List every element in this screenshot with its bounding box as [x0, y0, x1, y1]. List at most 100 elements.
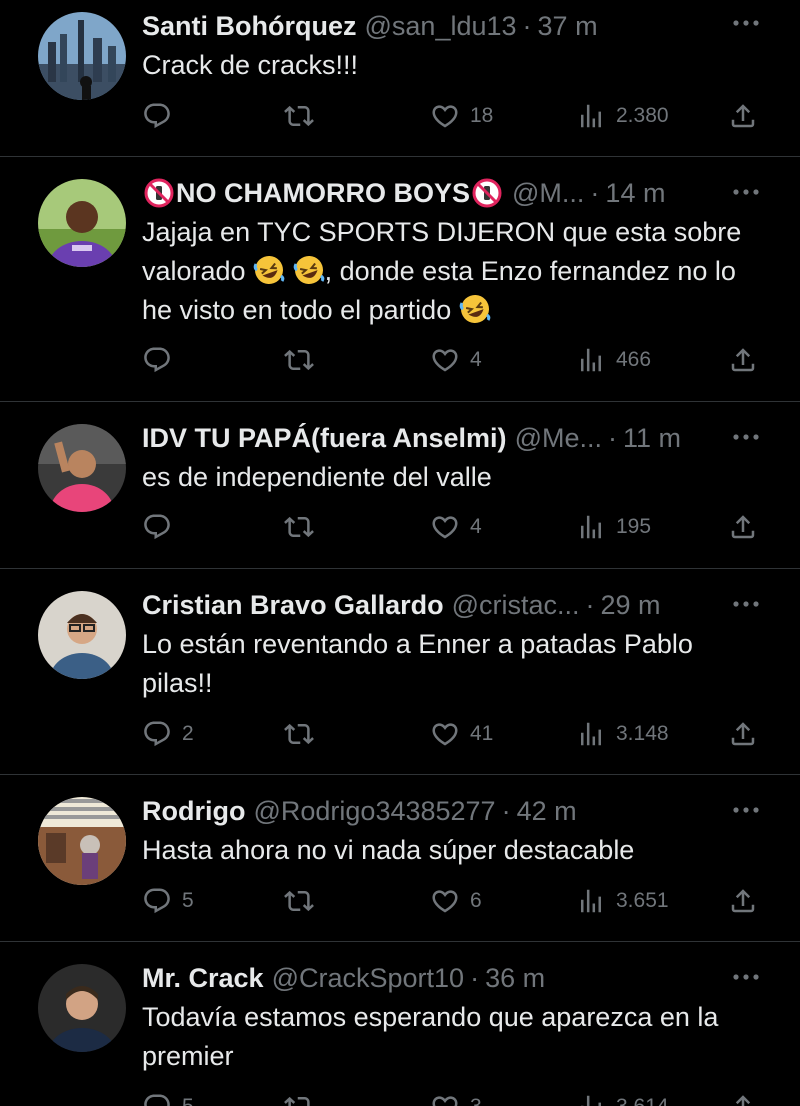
retweet-button[interactable] [284, 340, 314, 380]
more-icon[interactable] [732, 16, 760, 30]
retweet-button[interactable] [284, 881, 314, 921]
reply-button[interactable] [142, 96, 182, 136]
more-icon[interactable] [732, 185, 760, 199]
tweet-text-part: Todavía estamos esperando que aparezca e… [142, 1002, 719, 1071]
author-handle[interactable]: @Rodrigo34385277 [253, 796, 495, 827]
author-handle[interactable]: @CrackSport10 [272, 963, 464, 994]
avatar[interactable] [38, 797, 126, 885]
reply-icon [142, 101, 172, 131]
heart-icon [430, 345, 460, 375]
timestamp[interactable]: 11 m [623, 423, 681, 454]
share-button[interactable] [728, 340, 758, 380]
heart-icon [430, 101, 460, 131]
retweet-button[interactable] [284, 96, 314, 136]
tweet[interactable]: NO CHAMORRO BOYS @M... · 14 m Jajaja en … [0, 157, 800, 402]
reply-button[interactable]: 2 [142, 714, 194, 754]
share-button[interactable] [728, 881, 758, 921]
views-button[interactable]: 3.651 [576, 881, 669, 921]
avatar[interactable] [38, 424, 126, 512]
author-handle[interactable]: @Me... [515, 423, 602, 454]
views-icon [576, 1092, 606, 1106]
timestamp[interactable]: 36 m [485, 963, 545, 994]
retweet-icon [284, 345, 314, 375]
views-button[interactable]: 3.148 [576, 714, 669, 754]
view-count: 195 [616, 515, 652, 538]
share-icon [728, 101, 758, 131]
share-button[interactable] [728, 96, 758, 136]
avatar[interactable] [38, 964, 126, 1052]
reply-icon [142, 512, 172, 542]
more-icon[interactable] [732, 430, 760, 444]
separator-dot: · [470, 962, 480, 993]
reply-button[interactable] [142, 340, 182, 380]
avatar[interactable] [38, 591, 126, 679]
reply-count: 2 [182, 722, 194, 745]
tweet[interactable]: IDV TU PAPÁ(fuera Anselmi) @Me... · 11 m… [0, 402, 800, 569]
reply-button[interactable]: 5 [142, 1087, 194, 1106]
share-button[interactable] [728, 507, 758, 547]
avatar[interactable] [38, 179, 126, 267]
tweet-text: Lo están reventando a Enner a patadas Pa… [142, 625, 752, 703]
views-button[interactable]: 195 [576, 507, 651, 547]
rolling-laughing-emoji-icon [253, 254, 285, 286]
author-name[interactable]: Mr. Crack [142, 963, 264, 994]
tweet[interactable]: Cristian Bravo Gallardo @cristac... · 29… [0, 569, 800, 775]
retweet-button[interactable] [284, 507, 314, 547]
like-button[interactable]: 6 [430, 881, 482, 921]
timestamp[interactable]: 29 m [601, 590, 661, 621]
views-button[interactable]: 466 [576, 340, 651, 380]
separator-dot: · [607, 422, 617, 453]
share-button[interactable] [728, 714, 758, 754]
views-button[interactable]: 3.614 [576, 1087, 669, 1106]
like-button[interactable]: 4 [430, 507, 482, 547]
heart-icon [430, 1092, 460, 1106]
retweet-icon [284, 512, 314, 542]
tweet-text: Crack de cracks!!! [142, 46, 762, 85]
views-icon [576, 512, 606, 542]
avatar[interactable] [38, 12, 126, 100]
like-count: 41 [470, 722, 494, 745]
view-count: 466 [616, 348, 652, 371]
retweet-button[interactable] [284, 1087, 314, 1106]
like-button[interactable]: 3 [430, 1087, 482, 1106]
tweet[interactable]: Mr. Crack @CrackSport10 · 36 m Todavía e… [0, 942, 800, 1106]
view-count: 2.380 [616, 104, 669, 127]
author-name[interactable]: Santi Bohórquez [142, 11, 357, 42]
more-icon[interactable] [732, 597, 760, 611]
views-button[interactable]: 2.380 [576, 96, 669, 136]
separator-dot: · [590, 177, 600, 208]
author-handle[interactable]: @M... [512, 178, 584, 209]
more-icon[interactable] [732, 970, 760, 984]
reply-button[interactable]: 5 [142, 881, 194, 921]
timestamp[interactable]: 37 m [538, 11, 598, 42]
rolling-laughing-emoji-icon [459, 293, 491, 325]
timestamp[interactable]: 42 m [517, 796, 577, 827]
tweet[interactable]: Rodrigo @Rodrigo34385277 · 42 m Hasta ah… [0, 775, 800, 942]
reply-button[interactable] [142, 507, 182, 547]
retweet-icon [284, 719, 314, 749]
tweet-text: Jajaja en TYC SPORTS DIJERON que esta so… [142, 213, 762, 330]
timestamp[interactable]: 14 m [605, 178, 665, 209]
like-button[interactable]: 41 [430, 714, 493, 754]
like-button[interactable]: 18 [430, 96, 493, 136]
like-button[interactable]: 4 [430, 340, 482, 380]
author-name[interactable]: NO CHAMORRO BOYS [176, 178, 470, 209]
view-count: 3.148 [616, 722, 669, 745]
like-count: 6 [470, 889, 482, 912]
heart-icon [430, 886, 460, 916]
tweet[interactable]: Santi Bohórquez @san_ldu13 · 37 m Crack … [0, 0, 800, 157]
reply-icon [142, 886, 172, 916]
share-button[interactable] [728, 1087, 758, 1106]
author-name[interactable]: Cristian Bravo Gallardo [142, 590, 444, 621]
no-mobile-phones-icon [472, 178, 502, 208]
retweet-button[interactable] [284, 714, 314, 754]
author-name[interactable]: Rodrigo [142, 796, 245, 827]
retweet-icon [284, 1092, 314, 1106]
author-handle[interactable]: @san_ldu13 [365, 11, 517, 42]
separator-dot: · [501, 795, 511, 826]
author-name[interactable]: IDV TU PAPÁ(fuera Anselmi) [142, 423, 507, 454]
author-handle[interactable]: @cristac... [452, 590, 580, 621]
more-icon[interactable] [732, 803, 760, 817]
share-icon [728, 886, 758, 916]
like-count: 4 [470, 348, 482, 371]
